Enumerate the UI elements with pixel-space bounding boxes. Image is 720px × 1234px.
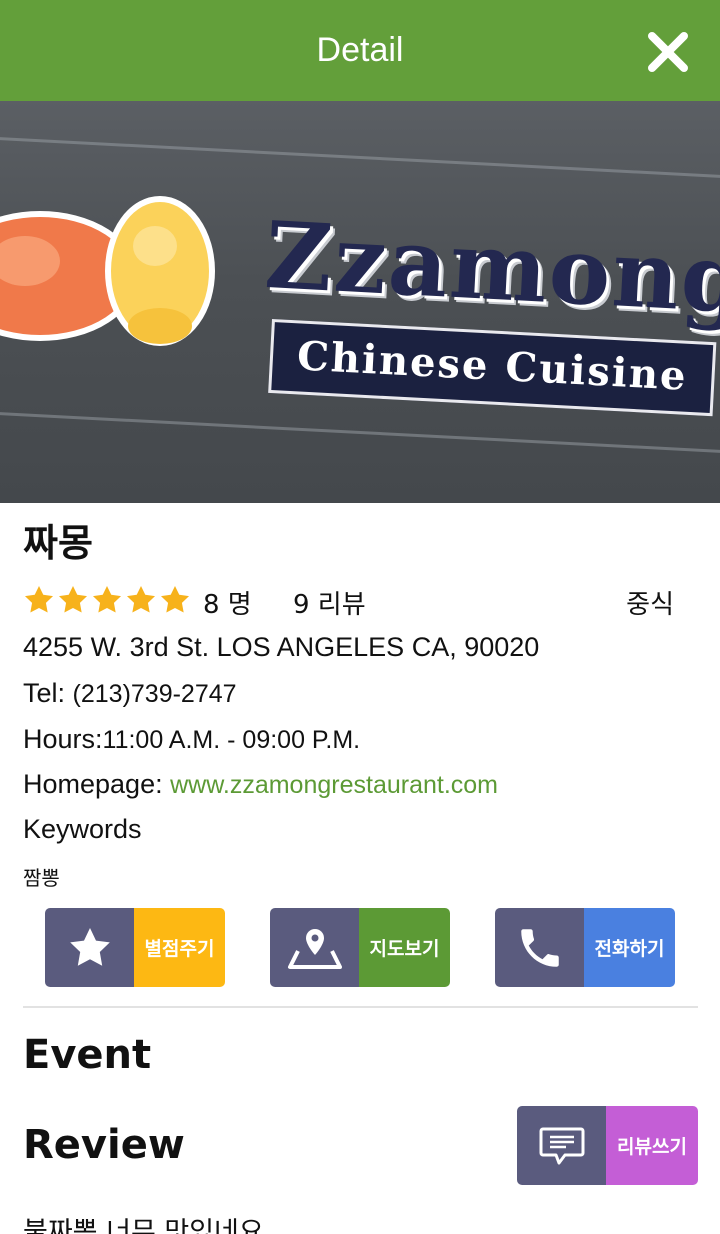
cuisine-category: 중식 [626,590,674,620]
sign-subtitle: Chinese Cuisine [295,332,689,400]
sign-brand-name: Zzamong [262,201,720,335]
homepage-link[interactable]: www.zzamongrestaurant.com [170,771,498,799]
restaurant-name: 짜몽 [23,521,93,565]
keywords-label: Keywords [23,814,142,844]
phone-icon [520,928,559,967]
star-icon [69,927,110,966]
divider [23,1006,698,1008]
event-section-title: Event [23,1032,152,1078]
photo-wall-line [0,411,720,454]
address: 4255 W. 3rd St. LOS ANGELES CA, 90020 [23,632,540,662]
close-button[interactable] [640,24,696,80]
review-count: 9 리뷰 [293,590,366,620]
tel-line: Tel: (213)739-2747 [23,678,237,709]
rating-row: 8 명 9 리뷰 중식 [23,582,698,622]
hours-label: Hours: [23,724,103,754]
comment-icon [539,1127,584,1164]
restaurant-photo: Zzamong Chinese Cuisine [0,101,720,503]
homepage-line: Homepage: www.zzamongrestaurant.com [23,769,498,800]
call-button[interactable]: 전화하기 [495,908,675,987]
hours-value: 11:00 A.M. - 09:00 P.M. [102,726,361,754]
star-icon [25,586,53,613]
star-icon [127,586,155,613]
call-button-label: 전화하기 [584,908,675,987]
tel-label: Tel: [23,678,73,708]
rating-stars [23,584,191,616]
map-button-label: 지도보기 [359,908,450,987]
map-pin-icon [287,928,342,969]
write-review-label: 리뷰쓰기 [606,1106,698,1185]
close-icon [648,32,688,72]
photo-wall-line [0,136,720,179]
tel-value[interactable]: (213)739-2747 [73,680,237,708]
restaurant-logo-image [0,196,215,346]
rate-button[interactable]: 별점주기 [45,908,225,987]
review-text: 불짜뽕 너무 맛있네요 [23,1217,264,1234]
rate-button-label: 별점주기 [134,908,225,987]
rating-count: 8 명 [203,590,252,620]
star-icon [59,586,87,613]
page-title: Detail [316,31,404,69]
keyword-tag: 짬뽕 [23,866,60,890]
header-bar: Detail [0,0,720,101]
map-button[interactable]: 지도보기 [270,908,450,987]
hours-line: Hours:11:00 A.M. - 09:00 P.M. [23,724,360,755]
star-icon [93,586,121,613]
star-icon [161,586,189,613]
review-section-title: Review [23,1122,185,1168]
write-review-button[interactable]: 리뷰쓰기 [517,1106,698,1185]
sign-subtitle-plate: Chinese Cuisine [268,319,717,417]
homepage-label: Homepage: [23,769,171,799]
